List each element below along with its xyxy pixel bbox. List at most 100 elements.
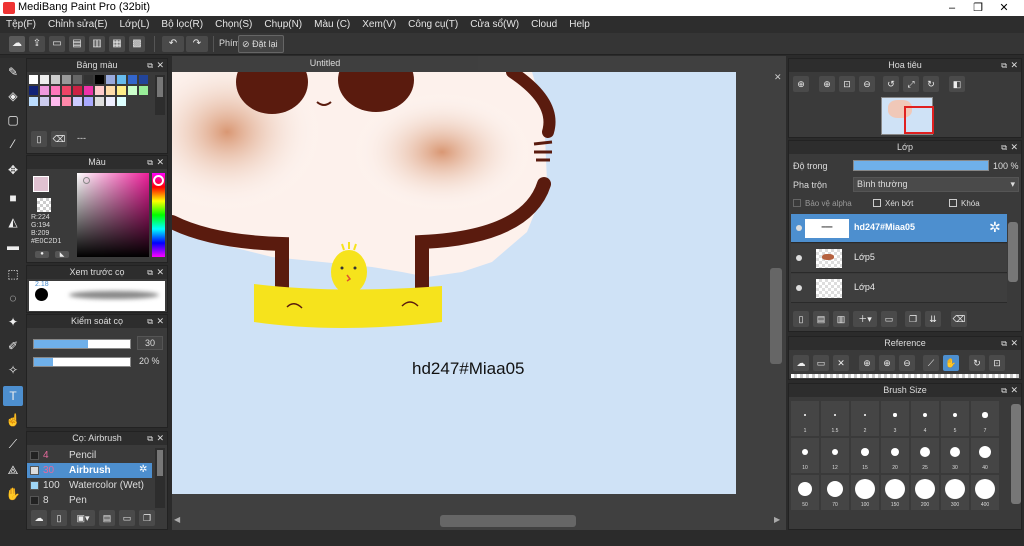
color-swatch[interactable] [73, 86, 82, 95]
list-item[interactable]: 8 Pen [27, 493, 152, 508]
layer-item[interactable]: Lớp5 [791, 244, 1007, 273]
layer-scrollbar[interactable] [1008, 222, 1018, 282]
new-layer-icon[interactable]: ▯ [793, 311, 809, 327]
menu-filter[interactable]: Bộ lọc(R) [155, 16, 209, 30]
cloud-brush-icon[interactable]: ☁ [31, 510, 47, 526]
close-button[interactable]: ✕ [992, 0, 1016, 16]
grid-icon[interactable]: ▦ [109, 36, 125, 52]
color-swatch[interactable] [95, 86, 104, 95]
ref-zoom-out-icon[interactable]: ⊖ [899, 355, 915, 371]
brush-size-cell[interactable]: 15 [851, 438, 879, 473]
text-tool-icon[interactable]: T [3, 386, 23, 406]
drawing-canvas[interactable]: hd247#Miaa05 [172, 72, 736, 494]
actual-size-icon[interactable]: ⤢ [903, 76, 919, 92]
brush-size-cell[interactable]: 1.5 [821, 401, 849, 436]
layer-opacity-slider[interactable] [853, 160, 989, 171]
protect-alpha-checkbox[interactable] [793, 199, 801, 207]
eyedrop-color-icon[interactable]: ◣ [55, 251, 69, 258]
color-swatch[interactable] [106, 86, 115, 95]
layer-item[interactable]: Lớp4 [791, 274, 1007, 303]
color-swatch[interactable] [128, 75, 137, 84]
color-swatch[interactable] [51, 97, 60, 106]
duplicate-icon[interactable]: ❐ [139, 510, 155, 526]
close-icon[interactable]: ✕ [156, 432, 164, 445]
popout-icon[interactable]: ⧉ [147, 315, 153, 328]
cloud-icon[interactable]: ☁ [9, 36, 25, 52]
close-icon[interactable]: ✕ [1010, 337, 1018, 350]
new-halftone-layer-icon[interactable]: ▤ [813, 311, 829, 327]
list-item[interactable]: 30 Airbrush ✲ [27, 463, 152, 478]
color-swatch[interactable] [51, 75, 60, 84]
eyedropper-icon[interactable]: ⟁ [3, 460, 23, 480]
ref-eyedropper-icon[interactable]: ⟋ [923, 355, 939, 371]
brush-size-cell[interactable]: 30 [941, 438, 969, 473]
eye-icon[interactable] [796, 225, 802, 231]
popout-icon[interactable]: ⧉ [1001, 384, 1007, 397]
share-icon[interactable]: ⇪ [29, 36, 45, 52]
color-swatch[interactable] [139, 86, 148, 95]
page-icon[interactable]: ▤ [69, 36, 85, 52]
close-ref-icon[interactable]: ✕ [833, 355, 849, 371]
canvas-text[interactable]: hd247#Miaa05 [412, 359, 524, 379]
reset-button[interactable]: ⊘ Đặt lại [238, 35, 284, 53]
color-swatch[interactable] [128, 86, 137, 95]
zoom-in-small-icon[interactable]: ⊕ [819, 76, 835, 92]
grid-four-icon[interactable]: ▩ [129, 36, 145, 52]
rotate-left-icon[interactable]: ↺ [883, 76, 899, 92]
brush-size-cell[interactable]: 200 [911, 475, 939, 510]
popout-icon[interactable]: ⧉ [1001, 59, 1007, 72]
canvas-horizontal-scroll-thumb[interactable] [440, 515, 576, 527]
popout-icon[interactable]: ⧉ [147, 266, 153, 279]
close-doc-icon[interactable]: ✕ [774, 72, 782, 83]
color-swatch[interactable] [62, 75, 71, 84]
close-icon[interactable]: ✕ [1010, 59, 1018, 72]
cloud-ref-icon[interactable]: ☁ [793, 355, 809, 371]
move-tool-icon[interactable]: ✥ [3, 160, 23, 180]
brush-size-cell[interactable]: 150 [881, 475, 909, 510]
menu-color[interactable]: Màu (C) [308, 16, 356, 30]
menu-select[interactable]: Chọn(S) [209, 16, 258, 30]
menu-file[interactable]: Tệp(F) [0, 16, 42, 30]
menu-tools[interactable]: Công cụ(T) [402, 16, 464, 30]
gear-icon[interactable]: ✲ [989, 219, 1001, 236]
color-swatch[interactable] [51, 86, 60, 95]
primary-color-swatch[interactable] [33, 176, 49, 192]
color-swatch[interactable] [84, 86, 93, 95]
saturation-value-picker[interactable] [77, 173, 149, 257]
menu-snap[interactable]: Chụp(N) [258, 16, 308, 30]
select-eraser-icon[interactable]: ✧ [3, 360, 23, 380]
color-swatch[interactable] [117, 86, 126, 95]
pen-tool-icon[interactable]: ⁄ [3, 134, 23, 154]
close-icon[interactable]: ✕ [156, 156, 164, 169]
color-swatch[interactable] [106, 97, 115, 106]
color-swatch[interactable] [29, 75, 38, 84]
color-swatch[interactable] [40, 86, 49, 95]
brush-size-cell[interactable]: 70 [821, 475, 849, 510]
magic-wand-icon[interactable]: ✦ [3, 312, 23, 332]
comment-icon[interactable]: ▭ [49, 36, 65, 52]
brush-size-cell[interactable]: 25 [911, 438, 939, 473]
blend-mode-select[interactable]: Bình thường ▾ [853, 177, 1019, 192]
menu-help[interactable]: Help [563, 16, 596, 30]
dot-tool-icon[interactable]: ▢ [3, 110, 23, 130]
color-swatch[interactable] [95, 97, 104, 106]
menu-layer[interactable]: Lớp(L) [114, 16, 156, 30]
popout-icon[interactable]: ⧉ [147, 59, 153, 72]
brush-size-cell[interactable]: 100 [851, 475, 879, 510]
color-swatch[interactable] [84, 75, 93, 84]
menu-cloud[interactable]: Cloud [525, 16, 563, 30]
secondary-color-swatch[interactable] [37, 198, 51, 212]
brush-size-value[interactable]: 30 [137, 336, 163, 350]
open-ref-icon[interactable]: ▭ [813, 355, 829, 371]
popout-icon[interactable]: ⧉ [147, 156, 153, 169]
clipping-checkbox[interactable] [873, 199, 881, 207]
palette-scrollbar[interactable] [155, 75, 165, 115]
scroll-left-arrow[interactable]: ◀ [174, 515, 180, 524]
document-tab[interactable]: Untitled [172, 56, 478, 70]
brush-edit-icon[interactable]: ▤ [99, 510, 115, 526]
list-item[interactable]: 4 Pencil [27, 448, 152, 463]
delete-layer-icon[interactable]: ⌫ [951, 311, 967, 327]
list-item[interactable]: 100 Watercolor (Wet) [27, 478, 152, 493]
brush-size-cell[interactable]: 400 [971, 475, 999, 510]
brush-size-cell[interactable]: 2 [851, 401, 879, 436]
